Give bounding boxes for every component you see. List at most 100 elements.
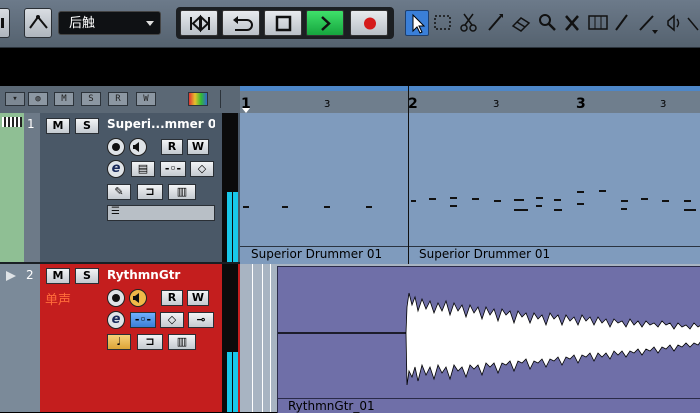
eq-icon[interactable]: ⊸ [188, 312, 214, 328]
cycle-button[interactable] [222, 10, 260, 36]
record-button[interactable] [350, 10, 388, 36]
collapse-icon[interactable]: ▾ [5, 92, 25, 106]
mode-select[interactable]: 后触 [58, 11, 161, 35]
midi-note[interactable] [514, 199, 524, 201]
midi-note[interactable] [577, 203, 584, 205]
write-all-button[interactable]: W [136, 92, 156, 106]
expand-arrow-icon[interactable] [5, 270, 17, 282]
erase-tool-button[interactable] [509, 10, 533, 36]
split-tool-button[interactable] [457, 10, 481, 36]
left-edge-button[interactable] [0, 8, 10, 38]
stop-button[interactable] [264, 10, 302, 36]
read-automation-button[interactable]: R [161, 290, 183, 306]
write-automation-button[interactable]: W [187, 290, 209, 306]
monitor-button[interactable] [129, 289, 147, 307]
midi-note[interactable] [621, 200, 628, 202]
insert-settings-icon[interactable]: ▤ [131, 161, 155, 177]
edit-channel-icon[interactable]: e [107, 160, 125, 178]
edit-pencil-icon[interactable]: ✎ [107, 184, 131, 200]
automation-icon[interactable] [24, 8, 52, 38]
quantize-icon[interactable]: ◇ [190, 161, 214, 177]
input-transformer-icon[interactable]: -◦- [160, 161, 186, 177]
chevron-down-icon [146, 21, 154, 26]
inserts-active-icon[interactable]: -◦- [130, 312, 156, 328]
midi-note[interactable] [621, 208, 627, 210]
midi-part-1[interactable] [240, 113, 409, 247]
track-1-header[interactable]: 1 M S Superi...mmer 0: R W e ▤ -◦- ◇ ✎ ⊐… [0, 113, 240, 264]
record-enable-button[interactable] [107, 138, 125, 156]
midi-note[interactable] [243, 206, 249, 208]
midi-note[interactable] [662, 200, 669, 202]
mute-all-button[interactable]: M [54, 92, 74, 106]
zoom-tool-button[interactable] [535, 10, 559, 36]
skip-back-button[interactable] [180, 10, 218, 36]
play-button[interactable] [306, 10, 344, 36]
midi-note[interactable] [684, 200, 691, 202]
midi-note[interactable] [324, 206, 330, 208]
read-automation-button[interactable]: R [161, 139, 183, 155]
midi-note[interactable] [429, 198, 436, 200]
mute-button[interactable]: M [46, 118, 70, 134]
midi-note[interactable] [366, 206, 372, 208]
midi-note[interactable] [554, 199, 561, 201]
color-palette-icon[interactable] [188, 92, 208, 106]
midi-note[interactable] [450, 205, 457, 207]
line-tool-icon [639, 15, 658, 34]
line-tool-button[interactable] [636, 10, 660, 36]
edit-channel-icon[interactable]: e [107, 311, 125, 329]
timebase-icon[interactable]: ♩ [107, 334, 131, 350]
midi-note[interactable] [536, 197, 543, 199]
solo-button[interactable]: S [75, 268, 99, 284]
midi-note[interactable] [450, 197, 457, 199]
midi-note[interactable] [472, 198, 479, 200]
mute-button[interactable]: M [46, 268, 70, 284]
part-label: Superior Drummer 01 [419, 247, 551, 261]
expression-map-field[interactable]: ☰ [107, 205, 215, 221]
glue-tool-button[interactable] [483, 10, 507, 36]
track-2-lane[interactable]: RythmnGtr_01 [240, 264, 700, 413]
midi-note[interactable] [494, 200, 501, 202]
track-name[interactable]: RythmnGtr [107, 268, 215, 282]
midi-note[interactable] [684, 209, 696, 211]
quantize-icon[interactable]: ◇ [160, 312, 184, 328]
solo-all-button[interactable]: S [81, 92, 101, 106]
timeline-ruler[interactable]: 1 3 2 3 3 3 [240, 86, 700, 114]
write-automation-button[interactable]: W [187, 139, 209, 155]
midi-note[interactable] [641, 198, 648, 200]
timewarp-tool-button[interactable] [586, 10, 610, 36]
speaker-tool-button[interactable] [662, 10, 686, 36]
midi-note[interactable] [536, 205, 542, 207]
midi-note[interactable] [577, 191, 584, 193]
part-label: Superior Drummer 01 [251, 247, 383, 261]
folder-icon[interactable]: ⊐ [137, 334, 163, 350]
track-1-lane[interactable]: Superior Drummer 01 Superior Drummer 01 [240, 113, 700, 266]
lanes-icon[interactable]: ▥ [168, 334, 196, 350]
audio-part[interactable]: RythmnGtr_01 [277, 266, 700, 413]
record-enable-all-icon[interactable]: ◍ [28, 92, 48, 106]
folder-icon[interactable]: ⊐ [137, 184, 163, 200]
midi-note[interactable] [599, 190, 606, 192]
mute-tool-button[interactable] [560, 10, 584, 36]
midi-note[interactable] [411, 200, 416, 202]
midi-note[interactable] [282, 206, 288, 208]
midi-note[interactable] [554, 209, 562, 211]
lanes-icon[interactable]: ▥ [168, 184, 196, 200]
ruler-locator-strip[interactable] [240, 86, 700, 91]
tracklist-header: ▾ ◍ M S R W [0, 86, 240, 114]
pencil-tool-button[interactable] [610, 10, 634, 36]
more-tools-button[interactable] [686, 10, 700, 36]
solo-button[interactable]: S [75, 118, 99, 134]
range-tool-button[interactable] [431, 10, 455, 36]
header-divider [220, 90, 221, 108]
track-1-color-strip [0, 113, 24, 262]
info-line [0, 48, 700, 85]
track-name[interactable]: Superi...mmer 0: [107, 117, 215, 131]
midi-note[interactable] [514, 209, 528, 211]
record-enable-button[interactable] [107, 289, 125, 307]
meter-bar [227, 192, 232, 262]
track-2-header[interactable]: 2 M S 单声 RythmnGtr R W e -◦- ◇ ⊸ ♩ ⊐ ▥ [0, 264, 240, 412]
pointer-tool-button[interactable] [405, 10, 429, 36]
monitor-button[interactable] [129, 138, 147, 156]
bar-line [408, 86, 409, 264]
read-all-button[interactable]: R [108, 92, 128, 106]
